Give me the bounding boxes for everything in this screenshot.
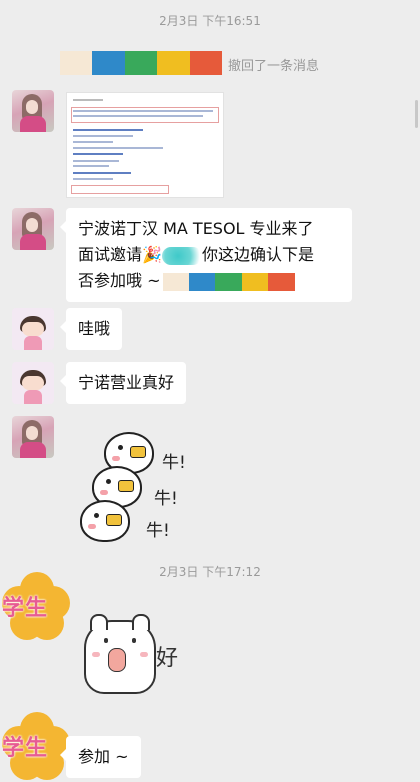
message-text: 你这边确认下是 [201, 245, 314, 264]
avatar-label: 学生 [2, 596, 49, 621]
scrollbar[interactable] [415, 100, 418, 128]
birds-sticker[interactable]: 牛! 牛! 牛! [74, 426, 186, 544]
message-bubble-invitation[interactable]: 宁波诺丁汉 MA TESOL 专业来了 面试邀请🎉 你这边确认下是 否参加哦 ~ [60, 208, 352, 302]
avatar-label: 学生 [2, 736, 49, 761]
sticker-text: 好 [156, 646, 179, 671]
blurred-name-redaction [161, 246, 202, 265]
mosaic-redaction [60, 51, 223, 75]
avatar-teacher[interactable] [12, 416, 54, 458]
avatar-cartoon-girl[interactable] [12, 362, 54, 404]
message-bubble[interactable]: 哇哦 [59, 308, 123, 350]
message-text: 面试邀请🎉 [78, 245, 162, 264]
avatar-teacher[interactable] [12, 90, 54, 132]
message-text-line: 面试邀请🎉 你这边确认下是 [78, 242, 340, 268]
avatar-teacher[interactable] [12, 208, 54, 250]
recall-text: 撤回了一条消息 [228, 59, 320, 74]
message-text: 否参加哦 ~ [78, 271, 161, 290]
sticker-text: 牛! [162, 453, 186, 473]
message-text-line: 否参加哦 ~ [78, 268, 340, 294]
recalled-message-notice: 撤回了一条消息 [60, 48, 360, 78]
message-text-line: 宁波诺丁汉 MA TESOL 专业来了 [78, 219, 314, 238]
message-bubble[interactable]: 参加 ~ [60, 736, 141, 778]
avatar-cartoon-girl[interactable] [12, 308, 54, 350]
sticker-text: 牛! [146, 521, 170, 541]
avatar-student[interactable]: 学生 [0, 712, 72, 782]
sticker-text: 牛! [154, 489, 178, 509]
bear-sticker[interactable] [84, 614, 156, 694]
timestamp: 2月3日 下午16:51 [159, 14, 261, 28]
email-screenshot-image[interactable] [66, 92, 224, 198]
avatar-student[interactable]: 学生 [0, 572, 72, 642]
mosaic-redaction [162, 272, 295, 291]
message-bubble[interactable]: 宁诺营业真好 [59, 362, 187, 404]
